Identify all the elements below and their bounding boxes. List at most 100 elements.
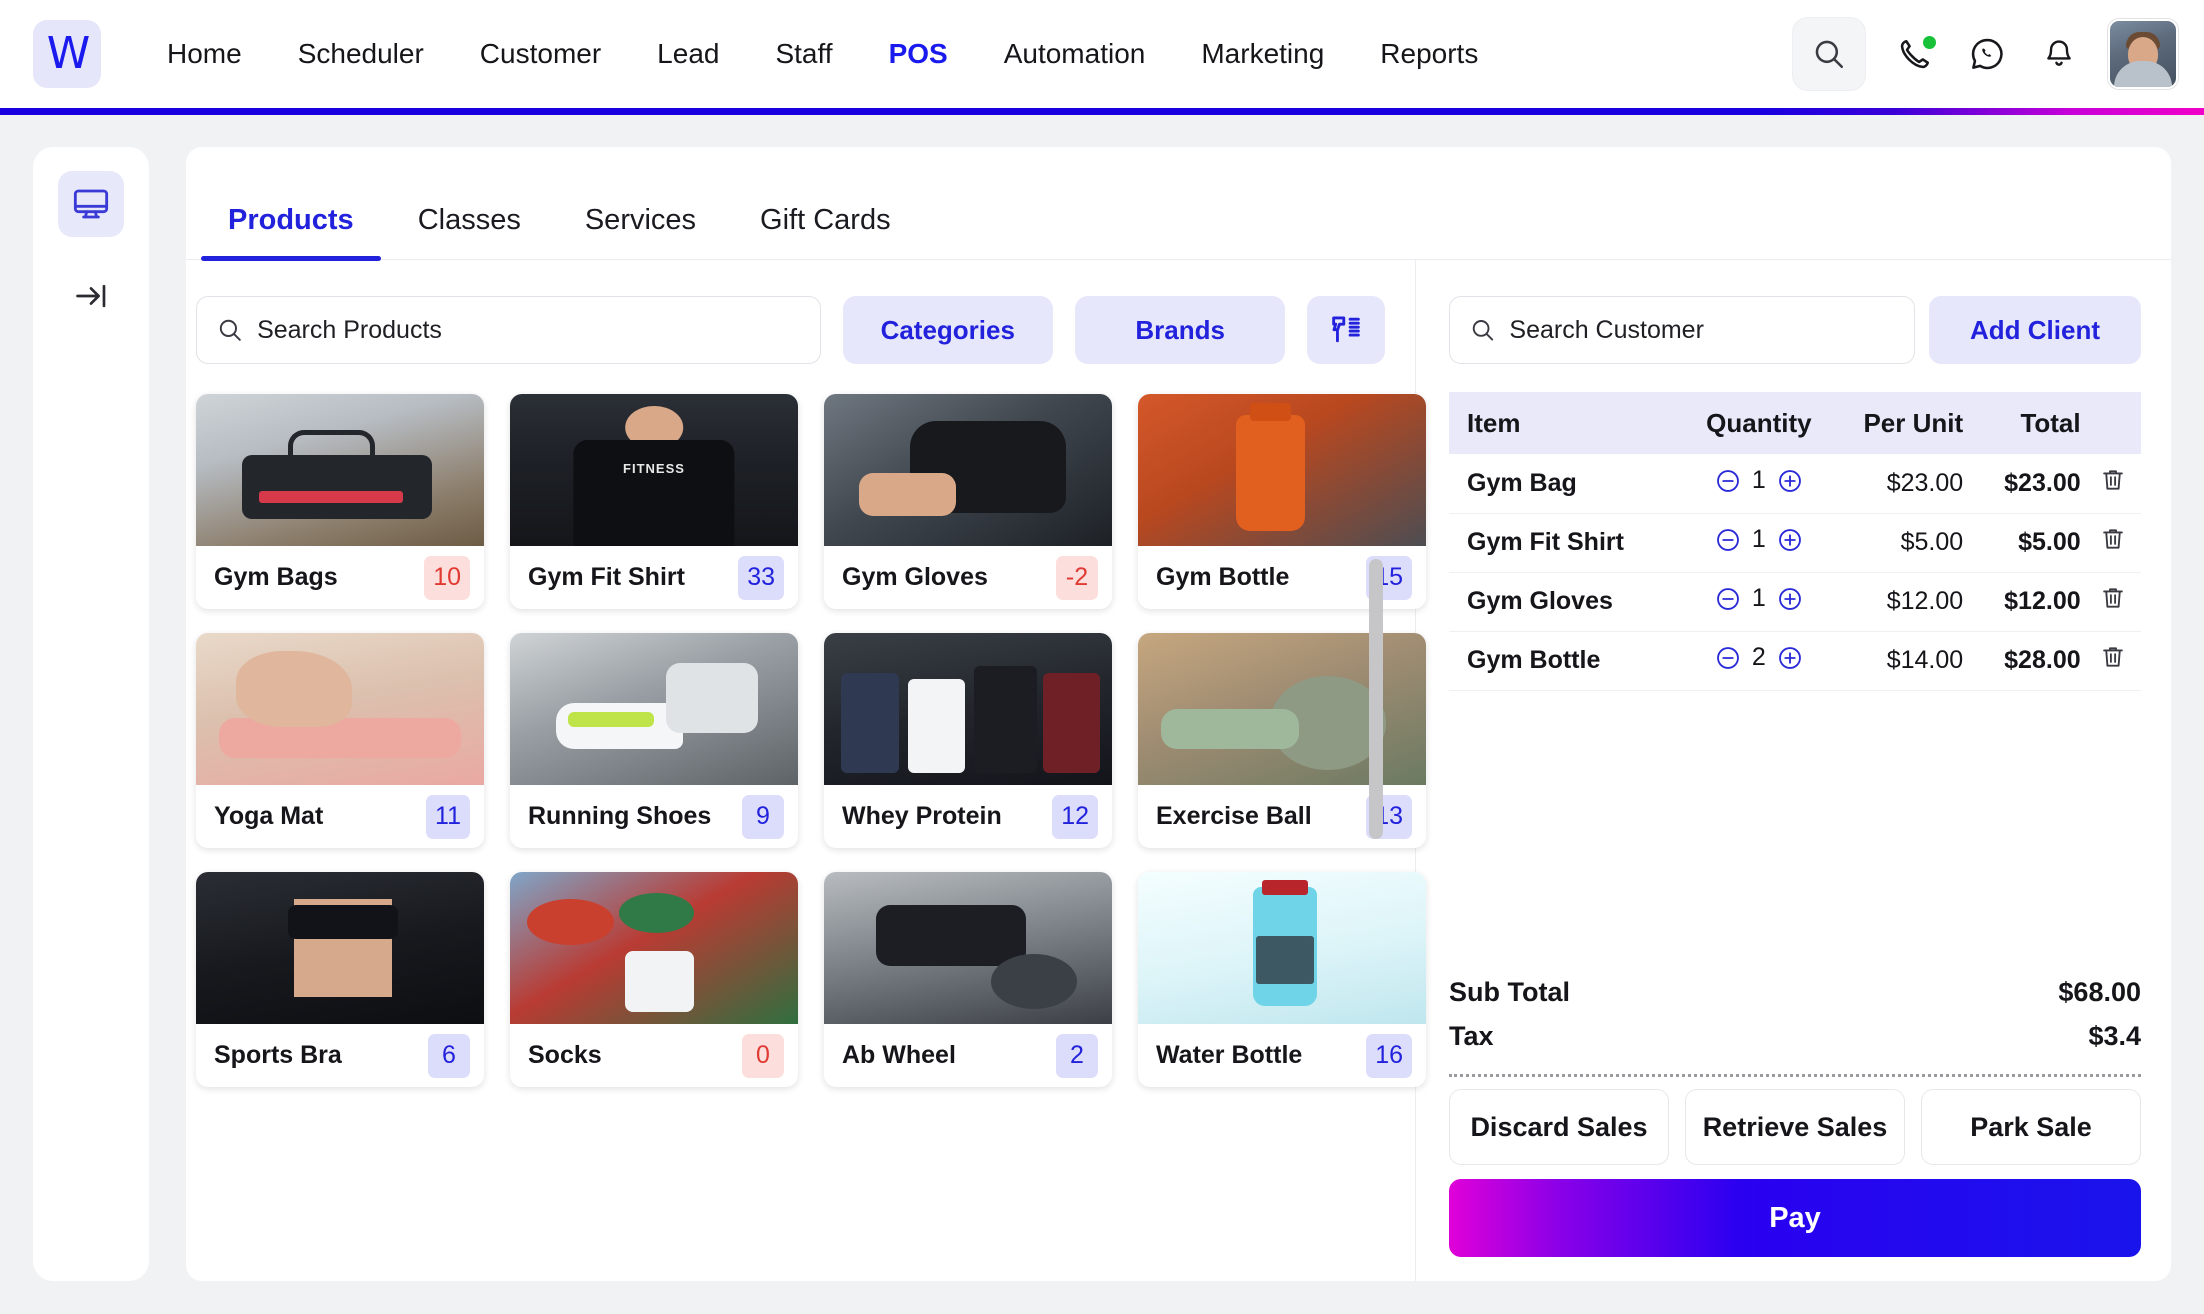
barcode-scan-button[interactable]: [1307, 296, 1385, 364]
nav-item-lead[interactable]: Lead: [629, 38, 747, 70]
search-customer-input[interactable]: [1509, 315, 1894, 345]
rail-item-collapse-panel[interactable]: [58, 263, 124, 329]
product-stock-badge: 33: [738, 555, 784, 600]
cart-delete-cell[interactable]: [2084, 513, 2141, 573]
product-card-footer: Sports Bra 6: [196, 1024, 484, 1087]
park-sale-label: Park Sale: [1970, 1111, 2092, 1142]
cart-row: Gym Gloves 1 $12.00 $12.00: [1449, 572, 2141, 632]
nav-item-customer[interactable]: Customer: [452, 38, 629, 70]
nav-item-scheduler[interactable]: Scheduler: [270, 38, 452, 70]
increase-quantity-button[interactable]: [1777, 468, 1803, 494]
nav-item-staff[interactable]: Staff: [747, 38, 860, 70]
header-quantity: Quantity: [1682, 392, 1836, 454]
tab-gift-cards[interactable]: Gift Cards: [728, 204, 923, 259]
discard-sales-button[interactable]: Discard Sales: [1449, 1089, 1669, 1165]
product-card[interactable]: Gym Gloves -2: [824, 394, 1112, 609]
search-icon: [1472, 320, 1494, 341]
top-navigation-bar: W Home Scheduler Customer Lead Staff POS Autom…: [0, 0, 2204, 108]
cart-quantity-value: 2: [1751, 643, 1766, 672]
notifications-button[interactable]: [2036, 31, 2082, 77]
product-scrollbar-thumb[interactable]: [1369, 559, 1383, 839]
add-client-button[interactable]: Add Client: [1929, 296, 2141, 364]
delete-row-button[interactable]: [2099, 525, 2127, 553]
product-card[interactable]: Whey Protein 12: [824, 633, 1112, 848]
cart-unit-price: $5.00: [1835, 513, 1970, 573]
park-sale-button[interactable]: Park Sale: [1921, 1089, 2141, 1165]
product-name: Gym Bags: [214, 563, 338, 591]
tab-products[interactable]: Products: [196, 204, 386, 261]
pay-label: Pay: [1769, 1201, 1821, 1234]
product-card[interactable]: Sports Bra 6: [196, 872, 484, 1087]
product-image: [510, 633, 798, 785]
cart-delete-cell[interactable]: [2084, 572, 2141, 632]
cart-item-name: Gym Bag: [1449, 454, 1682, 514]
product-search-box[interactable]: [196, 296, 821, 364]
cart-quantity-value: 1: [1751, 525, 1766, 554]
product-card-footer: Yoga Mat 11: [196, 785, 484, 848]
whatsapp-button[interactable]: [1964, 31, 2010, 77]
rail-item-pos-terminal[interactable]: [58, 171, 124, 237]
pos-main-panel: ProductsClassesServicesGift Cards Catego…: [186, 147, 2171, 1281]
increase-quantity-button[interactable]: [1777, 527, 1803, 553]
app-logo[interactable]: W: [33, 20, 101, 88]
product-card[interactable]: Ab Wheel 2: [824, 872, 1112, 1087]
user-avatar[interactable]: [2108, 19, 2178, 89]
cart-actions: Discard Sales Retrieve Sales Park Sale: [1449, 1089, 2141, 1165]
nav-item-automation[interactable]: Automation: [976, 38, 1174, 70]
product-scrollbar[interactable]: [1369, 394, 1383, 1014]
nav-item-pos[interactable]: POS: [861, 38, 976, 70]
nav-item-home[interactable]: Home: [139, 38, 270, 70]
increase-quantity-button[interactable]: [1777, 645, 1803, 671]
product-card-footer: Gym Bags 10: [196, 546, 484, 609]
avatar-body: [2114, 61, 2172, 87]
cart-table-body: Gym Bag 1 $23.00 $23.00 Gym Fit Shirt 1 $5.00 $…: [1449, 454, 2141, 691]
retrieve-sales-button[interactable]: Retrieve Sales: [1685, 1089, 1905, 1165]
cart-row: Gym Fit Shirt 1 $5.00 $5.00: [1449, 513, 2141, 573]
delete-row-button[interactable]: [2099, 584, 2127, 612]
product-grid: Gym Bags 10 FITNESS Gym Fit Shirt 33 Gym Glov…: [196, 394, 1426, 1087]
nav-item-reports[interactable]: Reports: [1352, 38, 1506, 70]
cart-delete-cell[interactable]: [2084, 631, 2141, 691]
cart-quantity-cell: 1: [1682, 572, 1836, 632]
logo-glyph: W: [46, 28, 90, 79]
cart-delete-cell[interactable]: [2084, 454, 2141, 514]
delete-row-button[interactable]: [2099, 466, 2127, 494]
cart-table: Item Quantity Per Unit Total Gym Bag 1 $23…: [1449, 392, 2141, 691]
search-icon: [219, 319, 241, 341]
product-card[interactable]: Gym Bags 10: [196, 394, 484, 609]
nav-item-marketing[interactable]: Marketing: [1173, 38, 1352, 70]
decrease-quantity-button[interactable]: [1715, 645, 1741, 671]
main-nav: Home Scheduler Customer Lead Staff POS Automat…: [139, 38, 1506, 70]
cart-item-name: Gym Fit Shirt: [1449, 513, 1682, 573]
product-card-footer: Socks 0: [510, 1024, 798, 1087]
customer-search-box[interactable]: [1449, 296, 1915, 364]
decrease-quantity-button[interactable]: [1715, 468, 1741, 494]
totals-divider: [1449, 1074, 2141, 1077]
decrease-quantity-button[interactable]: [1715, 527, 1741, 553]
product-name: Socks: [528, 1041, 602, 1069]
search-products-input[interactable]: [257, 315, 800, 345]
increase-quantity-button[interactable]: [1777, 586, 1803, 612]
pay-button[interactable]: Pay: [1449, 1179, 2141, 1257]
product-card[interactable]: Yoga Mat 11: [196, 633, 484, 848]
tab-classes[interactable]: Classes: [386, 204, 553, 259]
cart-quantity-cell: 1: [1682, 513, 1836, 573]
cart-item-name: Gym Gloves: [1449, 572, 1682, 632]
product-card-footer: Whey Protein 12: [824, 785, 1112, 848]
global-search-button[interactable]: [1792, 17, 1866, 91]
decrease-quantity-button[interactable]: [1715, 586, 1741, 612]
delete-row-button[interactable]: [2099, 643, 2127, 671]
product-image: [196, 633, 484, 785]
cart-pane: Add Client Item Quantity Per Unit Total …: [1416, 260, 2171, 1281]
categories-filter-button[interactable]: Categories: [842, 296, 1053, 364]
top-bar-actions: [1792, 0, 2178, 108]
subtotal-row: Sub Total $68.00: [1449, 970, 2141, 1014]
tab-services[interactable]: Services: [553, 204, 728, 259]
product-name: Gym Bottle: [1156, 563, 1290, 591]
brands-filter-button[interactable]: Brands: [1074, 296, 1286, 364]
call-button[interactable]: [1892, 31, 1938, 77]
cart-header-row: Item Quantity Per Unit Total: [1449, 392, 2141, 454]
product-card[interactable]: FITNESS Gym Fit Shirt 33: [510, 394, 798, 609]
product-card[interactable]: Socks 0: [510, 872, 798, 1087]
product-card[interactable]: Running Shoes 9: [510, 633, 798, 848]
